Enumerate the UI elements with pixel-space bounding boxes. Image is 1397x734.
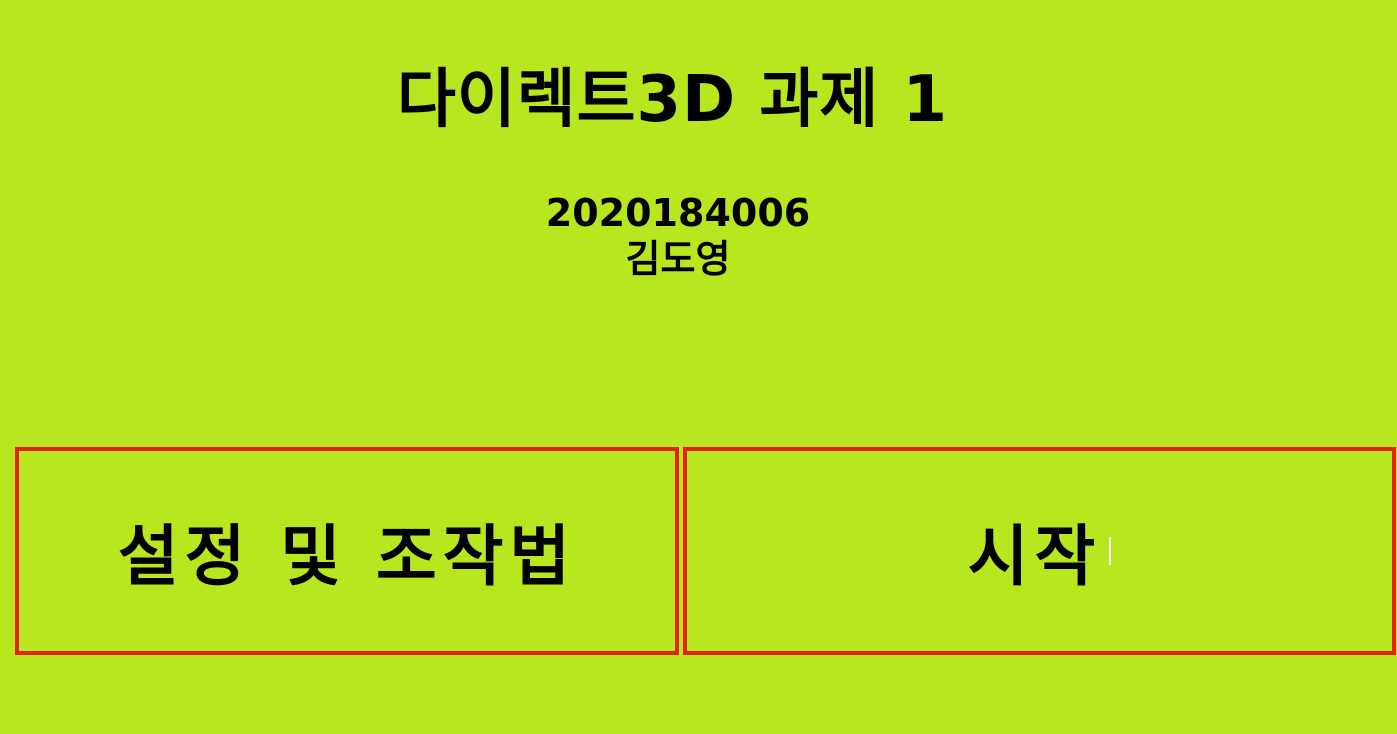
student-name: 김도영 <box>625 237 731 281</box>
text-cursor <box>1109 537 1112 565</box>
student-info: 2020184006 김도영 <box>0 190 1356 282</box>
settings-and-controls-button[interactable]: 설정 및 조작법 <box>15 447 679 655</box>
game-title: 다이렉트3D 과제 1 <box>396 63 949 137</box>
settings-button-label: 설정 및 조작법 <box>117 518 577 595</box>
start-button[interactable]: 시작 <box>683 447 1396 655</box>
start-button-label: 시작 <box>967 518 1102 595</box>
student-id: 2020184006 <box>545 191 811 235</box>
